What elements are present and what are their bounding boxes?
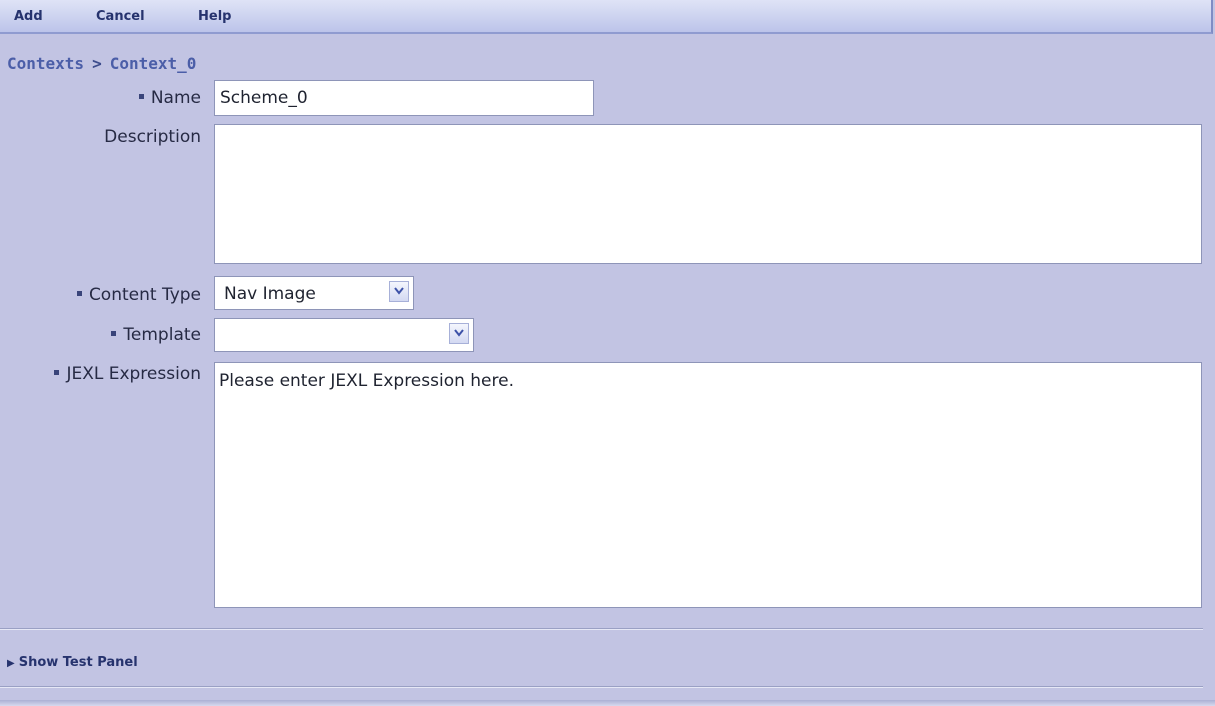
divider — [0, 686, 1203, 688]
toolbar: Add Cancel Help — [0, 0, 1213, 34]
jexl-expression-label: JEXL Expression — [54, 364, 201, 384]
required-marker — [76, 290, 82, 296]
add-button[interactable]: Add — [14, 9, 43, 24]
template-label-text: Template — [123, 325, 201, 345]
template-label: Template — [111, 325, 201, 345]
show-test-panel-label: Show Test Panel — [18, 655, 138, 670]
help-button[interactable]: Help — [198, 9, 231, 24]
chevron-down-icon[interactable] — [449, 323, 469, 344]
show-test-panel-toggle[interactable]: ▶ Show Test Panel — [7, 655, 138, 670]
template-select[interactable] — [214, 318, 474, 352]
description-textarea[interactable] — [214, 124, 1202, 264]
content-type-label: Content Type — [76, 285, 201, 305]
required-marker — [54, 369, 60, 375]
required-marker — [111, 330, 117, 336]
breadcrumb-current[interactable]: Context_0 — [110, 54, 197, 73]
divider — [0, 628, 1203, 630]
context-scheme-editor: Add Cancel Help Contexts > Context_0 Name … — [0, 0, 1215, 706]
breadcrumb: Contexts > Context_0 — [7, 54, 196, 73]
description-label: Description — [104, 127, 201, 147]
content-type-label-text: Content Type — [88, 285, 201, 305]
jexl-expression-textarea[interactable]: Please enter JEXL Expression here. — [214, 362, 1202, 608]
name-label: Name — [138, 88, 201, 108]
breadcrumb-contexts-link[interactable]: Contexts — [7, 54, 84, 73]
required-marker — [138, 93, 144, 99]
name-input[interactable] — [214, 80, 594, 116]
jexl-expression-label-text: JEXL Expression — [66, 364, 201, 384]
content-type-selected-value: Nav Image — [224, 284, 316, 304]
content-type-select[interactable]: Nav Image — [214, 276, 414, 310]
description-label-text: Description — [104, 127, 201, 147]
caret-right-icon: ▶ — [7, 658, 15, 669]
breadcrumb-separator: > — [92, 54, 102, 73]
chevron-down-icon[interactable] — [389, 281, 409, 302]
window-bottom-edge — [0, 700, 1215, 706]
cancel-button[interactable]: Cancel — [96, 9, 145, 24]
name-label-text: Name — [150, 88, 201, 108]
